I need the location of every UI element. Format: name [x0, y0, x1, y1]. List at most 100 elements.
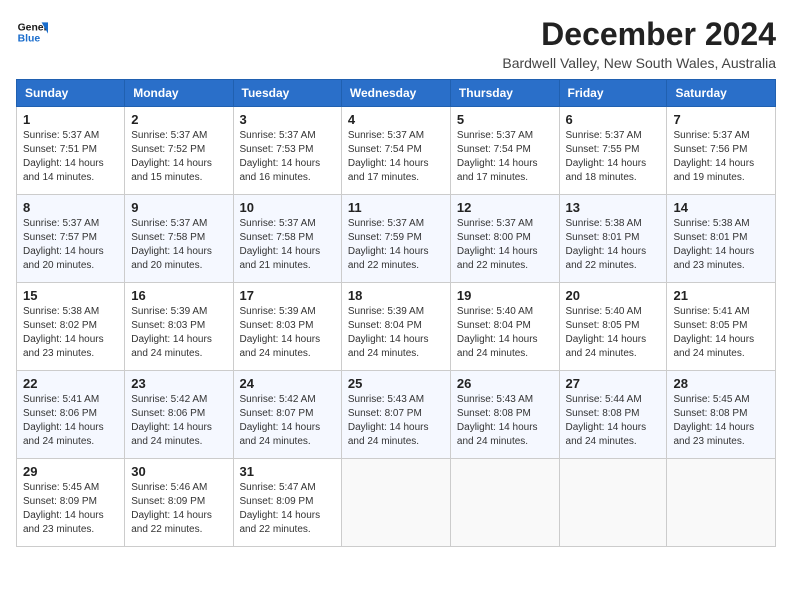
day-detail: Sunrise: 5:37 AM Sunset: 7:56 PM Dayligh… — [673, 129, 769, 185]
sunrise-label: Sunrise: 5:37 AM — [23, 218, 99, 229]
daylight-minutes: and 24 minutes. — [131, 436, 202, 447]
daylight-label: Daylight: 14 hours — [240, 510, 321, 521]
calendar-cell: 27 Sunrise: 5:44 AM Sunset: 8:08 PM Dayl… — [559, 371, 667, 459]
day-detail: Sunrise: 5:43 AM Sunset: 8:08 PM Dayligh… — [457, 393, 553, 449]
daylight-minutes: and 23 minutes. — [23, 348, 94, 359]
calendar-cell: 1 Sunrise: 5:37 AM Sunset: 7:51 PM Dayli… — [17, 107, 125, 195]
daylight-minutes: and 22 minutes. — [131, 524, 202, 535]
sunset-label: Sunset: 7:56 PM — [673, 144, 747, 155]
sunrise-label: Sunrise: 5:37 AM — [457, 218, 533, 229]
daylight-minutes: and 24 minutes. — [348, 348, 419, 359]
day-detail: Sunrise: 5:37 AM Sunset: 7:54 PM Dayligh… — [348, 129, 444, 185]
header-row: Sunday Monday Tuesday Wednesday Thursday… — [17, 80, 776, 107]
sunset-label: Sunset: 8:09 PM — [131, 496, 205, 507]
day-number: 20 — [566, 288, 661, 303]
sunset-label: Sunset: 8:04 PM — [457, 320, 531, 331]
daylight-minutes: and 24 minutes. — [240, 436, 311, 447]
daylight-label: Daylight: 14 hours — [566, 334, 647, 345]
day-number: 8 — [23, 200, 118, 215]
header-sunday: Sunday — [17, 80, 125, 107]
daylight-label: Daylight: 14 hours — [131, 158, 212, 169]
day-number: 5 — [457, 112, 553, 127]
month-title: December 2024 — [502, 16, 776, 53]
calendar-cell: 15 Sunrise: 5:38 AM Sunset: 8:02 PM Dayl… — [17, 283, 125, 371]
calendar-cell: 20 Sunrise: 5:40 AM Sunset: 8:05 PM Dayl… — [559, 283, 667, 371]
daylight-minutes: and 24 minutes. — [131, 348, 202, 359]
sunrise-label: Sunrise: 5:45 AM — [23, 482, 99, 493]
sunrise-label: Sunrise: 5:37 AM — [566, 130, 642, 141]
sunset-label: Sunset: 7:59 PM — [348, 232, 422, 243]
calendar-header: Sunday Monday Tuesday Wednesday Thursday… — [17, 80, 776, 107]
calendar-cell: 31 Sunrise: 5:47 AM Sunset: 8:09 PM Dayl… — [233, 459, 341, 547]
sunrise-label: Sunrise: 5:37 AM — [348, 130, 424, 141]
day-number: 30 — [131, 464, 226, 479]
calendar-week-4: 22 Sunrise: 5:41 AM Sunset: 8:06 PM Dayl… — [17, 371, 776, 459]
sunset-label: Sunset: 8:00 PM — [457, 232, 531, 243]
sunset-label: Sunset: 8:04 PM — [348, 320, 422, 331]
day-number: 18 — [348, 288, 444, 303]
calendar-week-1: 1 Sunrise: 5:37 AM Sunset: 7:51 PM Dayli… — [17, 107, 776, 195]
daylight-minutes: and 24 minutes. — [566, 348, 637, 359]
sunset-label: Sunset: 7:58 PM — [240, 232, 314, 243]
day-detail: Sunrise: 5:37 AM Sunset: 7:58 PM Dayligh… — [131, 217, 226, 273]
sunset-label: Sunset: 8:09 PM — [240, 496, 314, 507]
day-number: 15 — [23, 288, 118, 303]
calendar-cell: 19 Sunrise: 5:40 AM Sunset: 8:04 PM Dayl… — [450, 283, 559, 371]
day-detail: Sunrise: 5:39 AM Sunset: 8:04 PM Dayligh… — [348, 305, 444, 361]
calendar-cell: 25 Sunrise: 5:43 AM Sunset: 8:07 PM Dayl… — [341, 371, 450, 459]
sunset-label: Sunset: 8:06 PM — [23, 408, 97, 419]
calendar-cell: 14 Sunrise: 5:38 AM Sunset: 8:01 PM Dayl… — [667, 195, 776, 283]
sunrise-label: Sunrise: 5:46 AM — [131, 482, 207, 493]
day-detail: Sunrise: 5:44 AM Sunset: 8:08 PM Dayligh… — [566, 393, 661, 449]
day-number: 27 — [566, 376, 661, 391]
day-number: 28 — [673, 376, 769, 391]
sunrise-label: Sunrise: 5:44 AM — [566, 394, 642, 405]
sunrise-label: Sunrise: 5:39 AM — [348, 306, 424, 317]
day-number: 12 — [457, 200, 553, 215]
daylight-minutes: and 21 minutes. — [240, 260, 311, 271]
logo-icon: General Blue — [16, 16, 48, 48]
daylight-label: Daylight: 14 hours — [131, 246, 212, 257]
header-wednesday: Wednesday — [341, 80, 450, 107]
daylight-label: Daylight: 14 hours — [566, 422, 647, 433]
calendar-cell: 18 Sunrise: 5:39 AM Sunset: 8:04 PM Dayl… — [341, 283, 450, 371]
day-detail: Sunrise: 5:47 AM Sunset: 8:09 PM Dayligh… — [240, 481, 335, 537]
svg-text:Blue: Blue — [18, 34, 41, 45]
day-number: 13 — [566, 200, 661, 215]
sunset-label: Sunset: 8:09 PM — [23, 496, 97, 507]
calendar-cell: 11 Sunrise: 5:37 AM Sunset: 7:59 PM Dayl… — [341, 195, 450, 283]
daylight-minutes: and 20 minutes. — [23, 260, 94, 271]
day-detail: Sunrise: 5:40 AM Sunset: 8:04 PM Dayligh… — [457, 305, 553, 361]
sunrise-label: Sunrise: 5:37 AM — [673, 130, 749, 141]
sunset-label: Sunset: 8:02 PM — [23, 320, 97, 331]
sunset-label: Sunset: 8:03 PM — [131, 320, 205, 331]
day-number: 9 — [131, 200, 226, 215]
daylight-minutes: and 18 minutes. — [566, 172, 637, 183]
day-detail: Sunrise: 5:42 AM Sunset: 8:06 PM Dayligh… — [131, 393, 226, 449]
day-number: 26 — [457, 376, 553, 391]
day-number: 11 — [348, 200, 444, 215]
sunset-label: Sunset: 8:08 PM — [457, 408, 531, 419]
sunrise-label: Sunrise: 5:47 AM — [240, 482, 316, 493]
calendar-cell: 5 Sunrise: 5:37 AM Sunset: 7:54 PM Dayli… — [450, 107, 559, 195]
page-header: General Blue December 2024 Bardwell Vall… — [16, 16, 776, 71]
daylight-minutes: and 24 minutes. — [673, 348, 744, 359]
daylight-label: Daylight: 14 hours — [673, 422, 754, 433]
daylight-label: Daylight: 14 hours — [131, 334, 212, 345]
daylight-label: Daylight: 14 hours — [348, 334, 429, 345]
daylight-label: Daylight: 14 hours — [131, 510, 212, 521]
day-number: 6 — [566, 112, 661, 127]
calendar-cell: 10 Sunrise: 5:37 AM Sunset: 7:58 PM Dayl… — [233, 195, 341, 283]
day-detail: Sunrise: 5:37 AM Sunset: 8:00 PM Dayligh… — [457, 217, 553, 273]
sunrise-label: Sunrise: 5:38 AM — [566, 218, 642, 229]
sunrise-label: Sunrise: 5:37 AM — [348, 218, 424, 229]
day-number: 10 — [240, 200, 335, 215]
daylight-label: Daylight: 14 hours — [457, 158, 538, 169]
calendar-cell: 22 Sunrise: 5:41 AM Sunset: 8:06 PM Dayl… — [17, 371, 125, 459]
sunrise-label: Sunrise: 5:37 AM — [23, 130, 99, 141]
sunset-label: Sunset: 8:01 PM — [673, 232, 747, 243]
daylight-minutes: and 24 minutes. — [23, 436, 94, 447]
sunset-label: Sunset: 7:53 PM — [240, 144, 314, 155]
sunset-label: Sunset: 7:54 PM — [457, 144, 531, 155]
day-detail: Sunrise: 5:46 AM Sunset: 8:09 PM Dayligh… — [131, 481, 226, 537]
